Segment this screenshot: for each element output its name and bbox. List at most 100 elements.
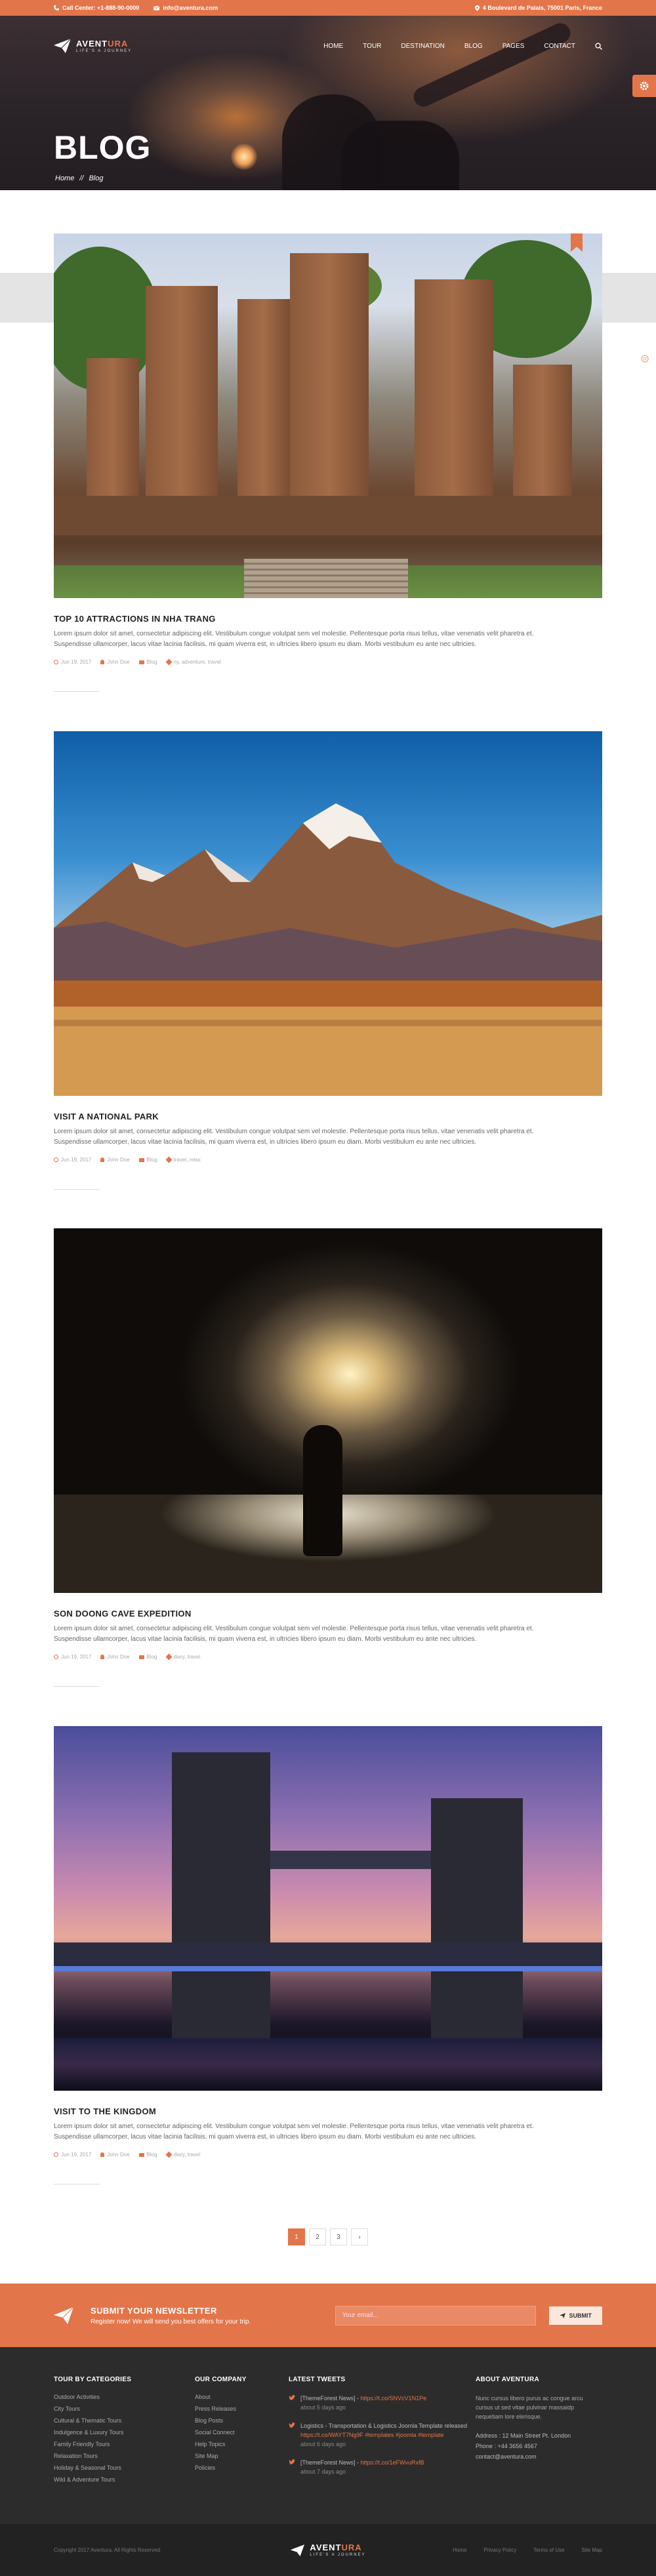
post-excerpt: Lorem ipsum dolor sit amet, consectetur … [54, 630, 534, 648]
paper-plane-icon [54, 39, 71, 53]
site-logo[interactable]: AVENTURA LIFE'S A JOURNEY [54, 39, 132, 53]
logo-name-accent: URA [108, 38, 129, 49]
search-icon[interactable] [595, 42, 602, 50]
post-tags[interactable]: diary, travel [174, 1654, 201, 1660]
footer-bottom-bar: Copyright 2017 Aventura. All Rights Rese… [0, 2524, 656, 2576]
breadcrumb-home[interactable]: Home [55, 174, 74, 182]
page-3-button[interactable]: 3 [330, 2228, 347, 2245]
footer-link[interactable]: Press Releases [195, 2405, 289, 2412]
folder-icon [138, 2152, 144, 2157]
breadcrumb-separator: // [79, 174, 84, 182]
footer-link[interactable]: City Tours [54, 2405, 195, 2412]
newsletter-email-input[interactable] [335, 2305, 536, 2325]
tweet-link[interactable]: https://t.co/WAYT7Ng9F #templates #jooml… [300, 2432, 444, 2438]
footer-link[interactable]: Site Map [195, 2453, 289, 2459]
footer-link[interactable]: Indulgence & Luxury Tours [54, 2429, 195, 2436]
nav-destination[interactable]: DESTINATION [401, 43, 444, 50]
post-tags[interactable]: diary, travel [174, 2152, 201, 2158]
twitter-icon [289, 2459, 295, 2465]
bottom-link-terms[interactable]: Terms of Use [533, 2547, 564, 2553]
post-meta: Jun 19, 2017 John Doe Blog diary, travel [54, 1653, 602, 1660]
post-author[interactable]: John Doe [107, 1654, 129, 1660]
post-author[interactable]: John Doe [107, 2152, 129, 2158]
tweet-link[interactable]: https://t.co/SNVcV1N1Pe [361, 2395, 427, 2402]
footer-link[interactable]: Holiday & Seasonal Tours [54, 2465, 195, 2471]
post-category[interactable]: Blog [147, 1654, 157, 1660]
nav-contact[interactable]: CONTACT [544, 43, 575, 50]
topbar-email[interactable]: info@aventura.com [154, 5, 218, 11]
bottom-link-sitemap[interactable]: Site Map [581, 2547, 602, 2553]
logo-tagline: LIFE'S A JOURNEY [76, 49, 133, 53]
post-image[interactable] [54, 1726, 602, 2091]
user-icon [100, 660, 105, 664]
page-1-button[interactable]: 1 [288, 2228, 305, 2245]
tweet-link[interactable]: https://t.co/1eFWvuRxfB [361, 2459, 424, 2466]
folder-icon [138, 1655, 144, 1659]
bookmark-icon[interactable] [571, 233, 583, 252]
post-category[interactable]: Blog [147, 1157, 157, 1163]
post-tags[interactable]: travel, relax [174, 1157, 201, 1163]
post-image[interactable] [54, 233, 602, 598]
next-page-button[interactable]: › [351, 2228, 368, 2245]
breadcrumb-current: Blog [89, 174, 104, 182]
post-date: Jun 19, 2017 [61, 1654, 92, 1660]
post-title[interactable]: SON DOONG CAVE EXPEDITION [54, 1609, 602, 1619]
post-image[interactable] [54, 731, 602, 1096]
email-text: info@aventura.com [163, 5, 218, 11]
call-center: Call Center: +1-888-90-0000 [54, 5, 139, 11]
user-icon [100, 1655, 105, 1659]
side-decoration [0, 273, 54, 323]
post-author[interactable]: John Doe [107, 659, 129, 665]
newsletter-title: SUBMIT YOUR NEWSLETTER [91, 2305, 217, 2316]
tag-icon [165, 1653, 172, 1660]
pagination: 1 2 3 › [0, 2228, 656, 2245]
footer-link[interactable]: Outdoor Activities [54, 2394, 195, 2400]
tweet-text: [ThemeForest News] - [300, 2395, 361, 2402]
footer-link[interactable]: Social Connect [195, 2429, 289, 2436]
hero-silhouette [341, 121, 459, 190]
post-title[interactable]: VISIT TO THE KINGDOM [54, 2106, 602, 2116]
nav-tour[interactable]: TOUR [363, 43, 381, 50]
post-category[interactable]: Blog [147, 659, 157, 665]
main-nav: HOME TOUR DESTINATION BLOG PAGES CONTACT [323, 43, 602, 50]
footer-link[interactable]: Relaxation Tours [54, 2453, 195, 2459]
post-title[interactable]: VISIT A NATIONAL PARK [54, 1112, 602, 1121]
footer: TOUR BY CATEGORIES Outdoor Activities Ci… [0, 2347, 656, 2524]
logo-tagline: LIFE'S A JOURNEY [310, 2553, 366, 2557]
footer-link[interactable]: Policies [195, 2465, 289, 2471]
post-author[interactable]: John Doe [107, 1157, 129, 1163]
post-image[interactable] [54, 1228, 602, 1593]
gear-outline-icon[interactable] [640, 354, 649, 363]
nav-home[interactable]: HOME [323, 43, 343, 50]
nav-pages[interactable]: PAGES [502, 43, 525, 50]
bottom-link-home[interactable]: Home [453, 2547, 466, 2553]
footer-link[interactable]: Wild & Adventure Tours [54, 2476, 195, 2483]
tweet-item: [ThemeForest News] - https://t.co/SNVcV1… [289, 2394, 476, 2412]
clock-icon [54, 1655, 58, 1659]
footer-logo[interactable]: AVENTURA LIFE'S A JOURNEY [290, 2543, 365, 2557]
footer-link[interactable]: Family Friendly Tours [54, 2441, 195, 2447]
footer-link[interactable]: Blog Posts [195, 2417, 289, 2424]
post-excerpt: Lorem ipsum dolor sit amet, consectetur … [54, 1625, 534, 1643]
post-title[interactable]: TOP 10 ATTRACTIONS IN NHA TRANG [54, 614, 602, 624]
post-divider [54, 1189, 100, 1190]
tweet-time: about 6 days ago [300, 2441, 346, 2447]
footer-link[interactable]: Help Topics [195, 2441, 289, 2447]
post-date: Jun 19, 2017 [61, 1157, 92, 1163]
settings-toggle[interactable] [632, 75, 656, 97]
send-icon [559, 2312, 565, 2318]
post-excerpt: Lorem ipsum dolor sit amet, consectetur … [54, 2123, 534, 2141]
contact-email[interactable]: contact@aventura.com [476, 2451, 600, 2462]
tweet-time: about 7 days ago [300, 2468, 346, 2475]
logo-name-accent: URA [341, 2543, 362, 2552]
footer-link[interactable]: Cultural & Thematic Tours [54, 2417, 195, 2424]
tag-icon [165, 2151, 172, 2158]
post-category[interactable]: Blog [147, 2152, 157, 2158]
bottom-link-privacy[interactable]: Privacy Policy [484, 2547, 517, 2553]
call-center-text: Call Center: +1-888-90-0000 [62, 5, 140, 11]
footer-link[interactable]: About [195, 2394, 289, 2400]
page-2-button[interactable]: 2 [309, 2228, 326, 2245]
post-tags[interactable]: ny, adventure, travel [174, 659, 221, 665]
nav-blog[interactable]: BLOG [464, 43, 483, 50]
newsletter-submit-button[interactable]: SUBMIT [548, 2306, 602, 2325]
